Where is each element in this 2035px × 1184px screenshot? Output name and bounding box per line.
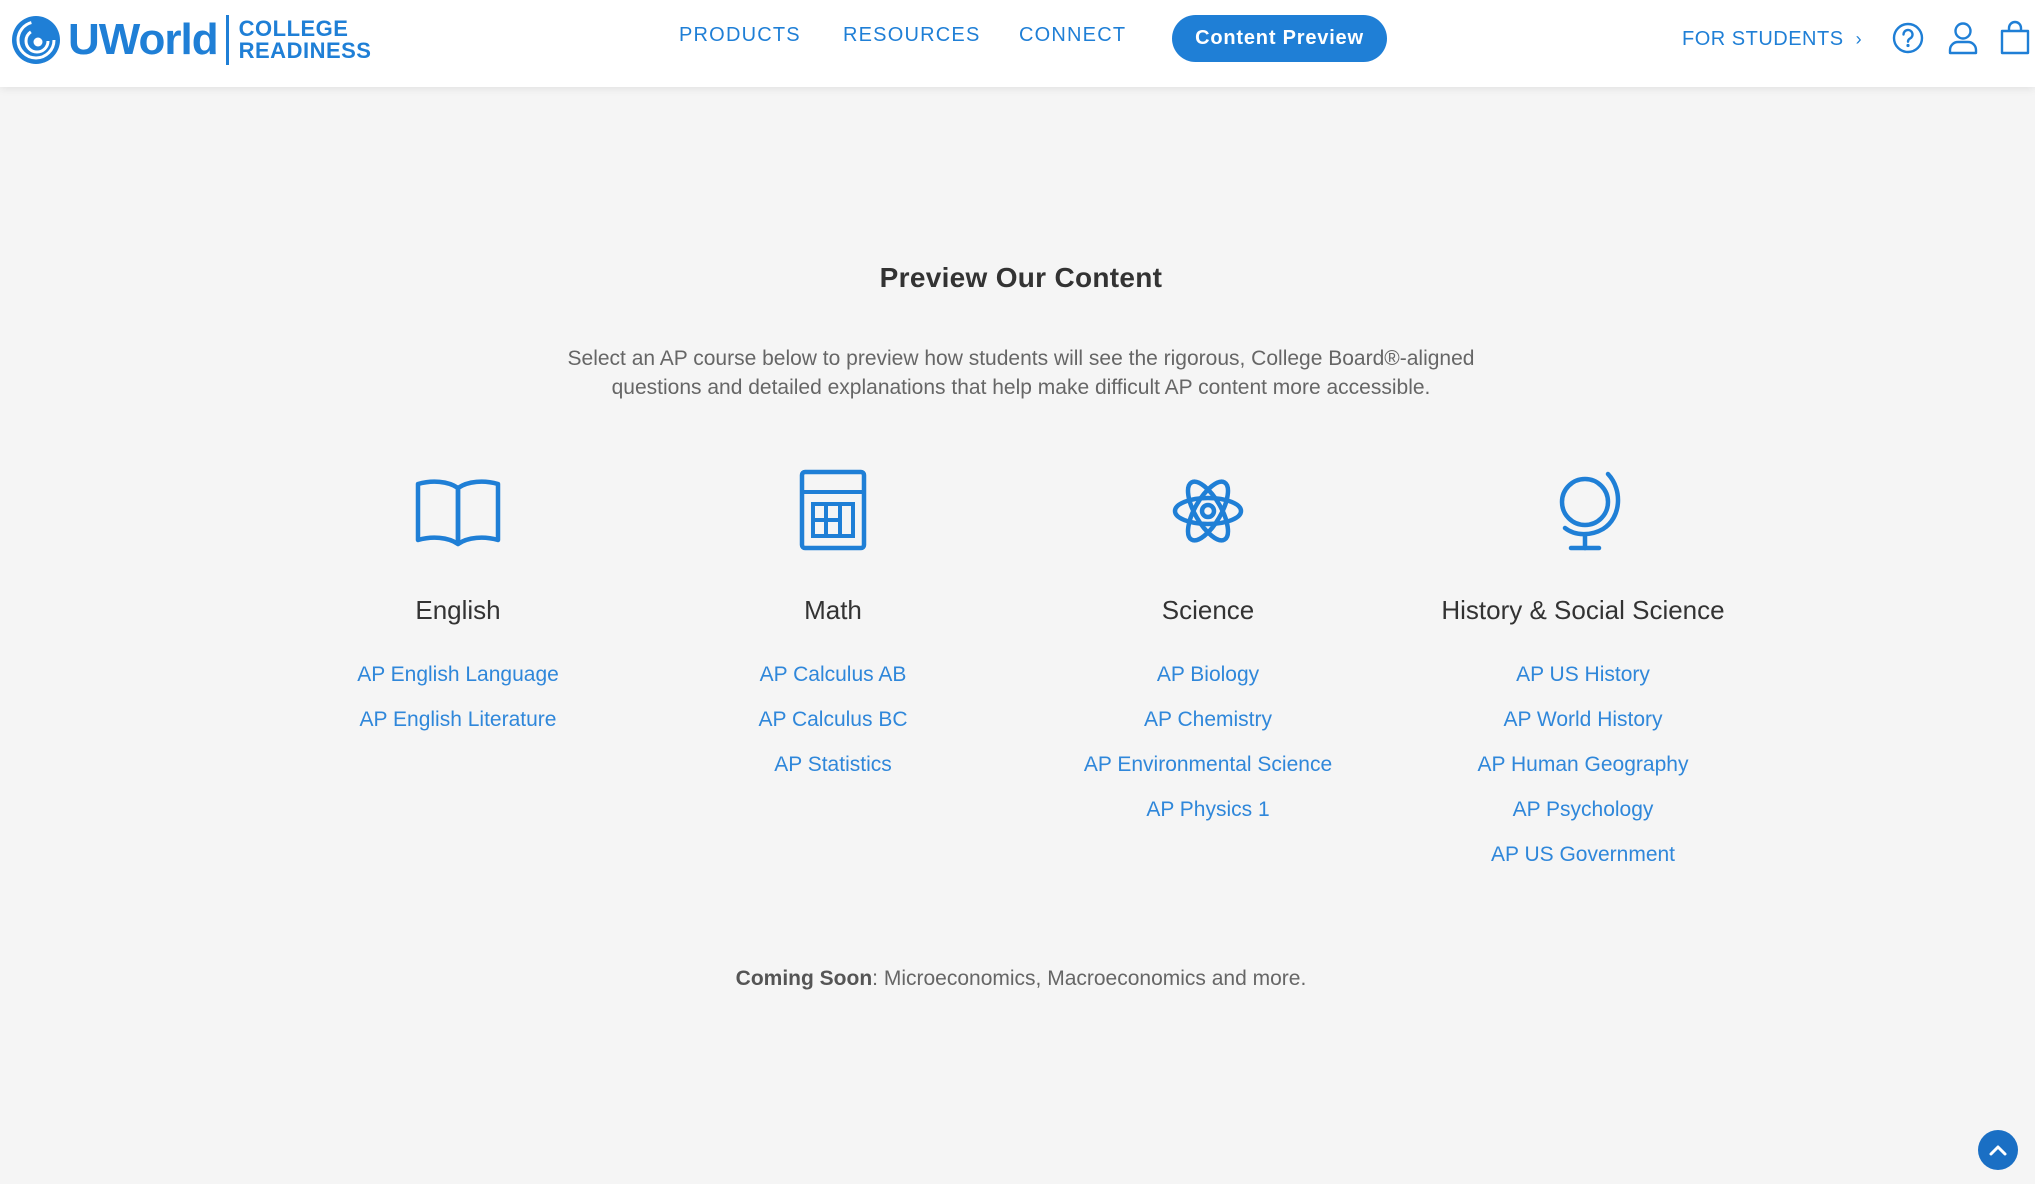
coming-soon-text: : Microeconomics, Macroeconomics and mor… xyxy=(872,967,1307,990)
content-preview-button[interactable]: Content Preview xyxy=(1172,15,1387,62)
course-link-ap-english-literature[interactable]: AP English Literature xyxy=(308,697,608,742)
scroll-to-top-button[interactable] xyxy=(1978,1130,2018,1170)
help-icon[interactable] xyxy=(1891,20,1925,56)
category-title: English xyxy=(415,595,501,625)
category-title: Science xyxy=(1161,595,1255,625)
course-link-ap-human-geography[interactable]: AP Human Geography xyxy=(1433,742,1733,787)
chevron-up-icon xyxy=(1989,1145,2007,1156)
course-link-ap-english-language[interactable]: AP English Language xyxy=(308,652,608,697)
course-link-ap-environmental-science[interactable]: AP Environmental Science xyxy=(1058,742,1358,787)
course-link-ap-biology[interactable]: AP Biology xyxy=(1058,652,1358,697)
nav-products[interactable]: PRODUCTS xyxy=(679,24,801,47)
category-science: Science AP Biology AP Chemistry AP Envir… xyxy=(1058,468,1358,832)
course-list: AP Biology AP Chemistry AP Environmental… xyxy=(1058,652,1358,832)
chevron-right-icon: › xyxy=(1855,29,1863,49)
course-list: AP US History AP World History AP Human … xyxy=(1433,652,1733,877)
coming-soon-label: Coming Soon xyxy=(735,967,873,990)
category-title: Math xyxy=(804,595,862,625)
course-link-ap-us-government[interactable]: AP US Government xyxy=(1433,832,1733,877)
brand-subtitle: COLLEGE READINESS xyxy=(239,18,372,62)
atom-icon xyxy=(1172,479,1244,543)
calculator-icon xyxy=(799,469,867,551)
site-header: UWorld COLLEGE READINESS PRODUCTS RESOUR… xyxy=(0,0,2035,87)
section-title: Preview Our Content xyxy=(879,262,1163,293)
course-link-ap-statistics[interactable]: AP Statistics xyxy=(683,742,983,787)
logo-divider xyxy=(225,15,229,65)
course-link-ap-chemistry[interactable]: AP Chemistry xyxy=(1058,697,1358,742)
course-list: AP English Language AP English Literatur… xyxy=(308,652,608,742)
category-title: History & Social Science xyxy=(1441,595,1725,625)
course-link-ap-world-history[interactable]: AP World History xyxy=(1433,697,1733,742)
brand-sub-line2: READINESS xyxy=(238,38,372,63)
for-students-link[interactable]: FOR STUDENTS › xyxy=(1682,28,1862,51)
course-link-ap-calculus-bc[interactable]: AP Calculus BC xyxy=(683,697,983,742)
section-description: Select an AP course below to preview how… xyxy=(567,347,1475,399)
nav-connect[interactable]: CONNECT xyxy=(1019,24,1126,47)
open-book-icon xyxy=(415,479,501,547)
course-link-ap-us-history[interactable]: AP US History xyxy=(1433,652,1733,697)
course-link-ap-psychology[interactable]: AP Psychology xyxy=(1433,787,1733,832)
for-students-label: FOR STUDENTS xyxy=(1682,28,1844,50)
category-english: English AP English Language AP English L… xyxy=(308,468,608,742)
uworld-swirl-icon xyxy=(12,16,60,64)
brand-name: UWorld xyxy=(68,15,219,64)
category-math: Math AP Calculus AB AP Calculus BC AP St… xyxy=(683,468,983,787)
globe-icon xyxy=(1559,471,1621,551)
course-list: AP Calculus AB AP Calculus BC AP Statist… xyxy=(683,652,983,787)
cart-icon[interactable] xyxy=(1998,20,2032,56)
brand-sub-line1: COLLEGE xyxy=(238,16,349,41)
course-link-ap-physics-1[interactable]: AP Physics 1 xyxy=(1058,787,1358,832)
category-history-social-science: History & Social Science AP US History A… xyxy=(1433,468,1733,877)
coming-soon-note: Coming Soon: Microeconomics, Macroeconom… xyxy=(0,967,2035,991)
course-link-ap-calculus-ab[interactable]: AP Calculus AB xyxy=(683,652,983,697)
user-icon[interactable] xyxy=(1946,20,1980,56)
nav-resources[interactable]: RESOURCES xyxy=(843,24,981,47)
uworld-logo[interactable]: UWorld COLLEGE READINESS xyxy=(10,14,371,66)
